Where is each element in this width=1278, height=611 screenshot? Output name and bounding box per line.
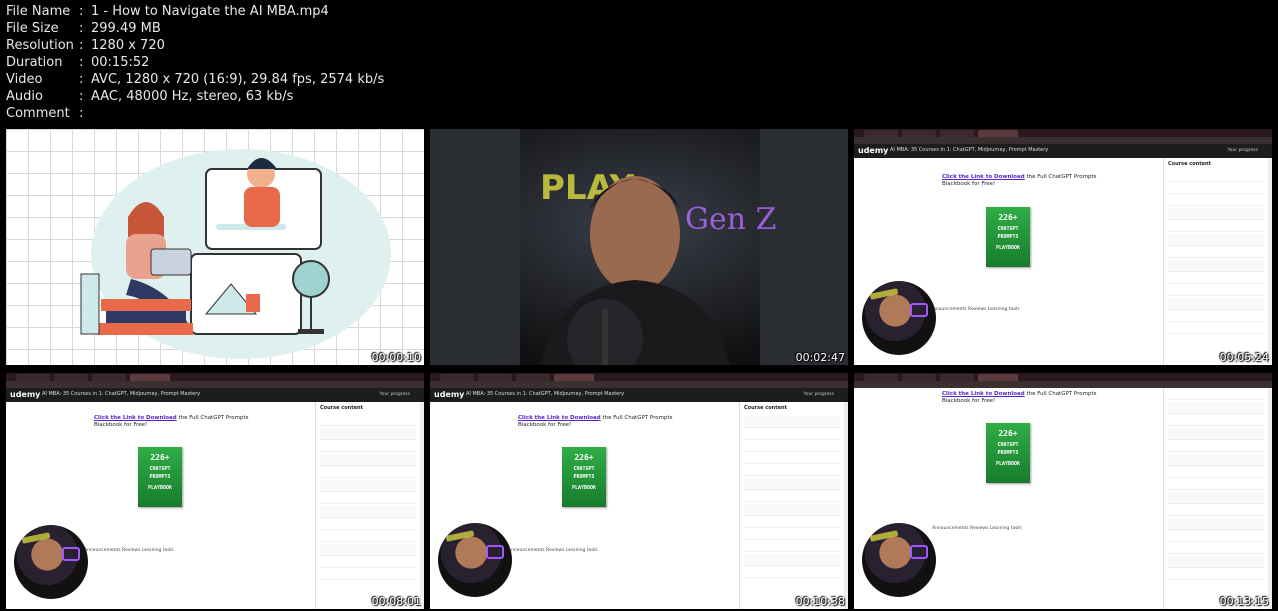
meta-key: Video [6, 72, 43, 87]
thumbnail-presenter[interactable]: PLAY Gen Z 00:02:47 [430, 129, 848, 365]
meta-key: Duration [6, 55, 63, 70]
presenter-icon: PLAY Gen Z [430, 129, 848, 365]
meta-key: File Name [6, 4, 71, 19]
presenter-avatar [862, 523, 936, 597]
address-bar [6, 381, 424, 388]
meta-key: Audio [6, 89, 43, 104]
udemy-logo: udemy [858, 146, 889, 155]
scrollbar[interactable] [1268, 158, 1272, 365]
scrollbar[interactable] [420, 402, 424, 609]
meta-row: Audio: AAC, 48000 Hz, stereo, 63 kb/s [6, 88, 384, 105]
timestamp: 00:13:15 [1219, 595, 1269, 608]
progress-label: Your progress [1227, 148, 1258, 153]
meta-row: Duration:00:15:52 [6, 54, 384, 71]
thumbnail-course-screen[interactable]: Click the Link to Download the Full Chat… [854, 373, 1272, 609]
sidebar-title: Course content [744, 405, 787, 411]
browser-tabs [854, 129, 1272, 137]
course-tabs[interactable]: Announcements Reviews Learning tools [930, 307, 1020, 312]
file-metadata: File Name:1 - How to Navigate the AI MBA… [6, 3, 384, 122]
course-tabs[interactable]: Announcements Reviews Learning tools [508, 548, 598, 553]
playbook-cover: 226+ CHATGPT PROMPTS PLAYBOOK [138, 447, 182, 507]
address-bar [854, 137, 1272, 144]
presenter-avatar [862, 281, 936, 355]
course-sidebar: Course content [1163, 158, 1268, 365]
download-link[interactable]: Click the Link to Download the Full Chat… [942, 391, 1097, 405]
meta-value: AVC, 1280 x 720 (16:9), 29.84 fps, 2574 … [91, 72, 385, 87]
meta-key: File Size [6, 21, 59, 36]
scrollbar[interactable] [844, 402, 848, 609]
meta-separator: : [79, 4, 84, 19]
course-sidebar: Course content [739, 402, 844, 609]
meta-row: File Size:299.49 MB [6, 20, 384, 37]
browser-tabs [430, 373, 848, 381]
meta-value: AAC, 48000 Hz, stereo, 63 kb/s [91, 89, 294, 104]
meta-value: 1 - How to Navigate the AI MBA.mp4 [91, 4, 329, 19]
meta-separator: : [79, 21, 84, 36]
sidebar-title: Course content [1168, 161, 1211, 167]
course-title: AI MBA: 35 Courses in 1: ChatGPT, Midjou… [466, 391, 625, 397]
meta-separator: : [79, 55, 84, 70]
meta-value: 00:15:52 [91, 55, 150, 70]
illustration-icon [80, 149, 391, 359]
udemy-header: udemy AI MBA: 35 Courses in 1: ChatGPT, M… [430, 388, 848, 402]
udemy-logo: udemy [434, 390, 465, 399]
course-sidebar [1163, 388, 1268, 609]
progress-label: Your progress [803, 392, 834, 397]
playbook-cover: 226+ CHATGPT PROMPTS PLAYBOOK [986, 423, 1030, 483]
thumbnail-course-screen[interactable]: udemy AI MBA: 35 Courses in 1: ChatGPT, M… [430, 373, 848, 609]
meta-value: 299.49 MB [91, 21, 161, 36]
browser-tabs [6, 373, 424, 381]
timestamp: 00:00:10 [371, 351, 421, 364]
timestamp: 00:05:24 [1219, 351, 1269, 364]
course-tabs[interactable]: Announcements Reviews Learning tools [932, 526, 1022, 531]
meta-separator: : [79, 89, 84, 104]
thumbnail-course-screen[interactable]: udemy AI MBA: 35 Courses in 1: ChatGPT, M… [854, 129, 1272, 365]
course-title: AI MBA: 35 Courses in 1: ChatGPT, Midjou… [42, 391, 201, 397]
meta-separator: : [79, 72, 84, 87]
meta-row: File Name:1 - How to Navigate the AI MBA… [6, 3, 384, 20]
udemy-logo: udemy [10, 390, 41, 399]
playbook-cover: 226+ CHATGPT PROMPTS PLAYBOOK [562, 447, 606, 507]
thumbnail-course-screen[interactable]: udemy AI MBA: 35 Courses in 1: ChatGPT, M… [6, 373, 424, 609]
svg-text:Gen Z: Gen Z [685, 202, 776, 237]
timestamp: 00:10:38 [795, 595, 845, 608]
playbook-cover: 226+ CHATGPT PROMPTS PLAYBOOK [986, 207, 1030, 267]
download-link[interactable]: Click the Link to Download the Full Chat… [942, 174, 1097, 188]
meta-row: Video: AVC, 1280 x 720 (16:9), 29.84 fps,… [6, 71, 384, 88]
timestamp: 00:08:01 [371, 595, 421, 608]
meta-key: Comment [6, 106, 70, 121]
presenter-avatar [438, 523, 512, 597]
meta-key: Resolution [6, 38, 74, 53]
download-link[interactable]: Click the Link to Download the Full Chat… [94, 415, 249, 429]
udemy-header: udemy AI MBA: 35 Courses in 1: ChatGPT, M… [854, 144, 1272, 158]
meta-value: 1280 x 720 [91, 38, 165, 53]
meta-separator: : [79, 38, 84, 53]
udemy-header: udemy AI MBA: 35 Courses in 1: ChatGPT, M… [6, 388, 424, 402]
course-tabs[interactable]: Announcements Reviews Learning tools [84, 548, 174, 553]
thumbnail-illustration[interactable]: 00:00:10 [6, 129, 424, 365]
course-title: AI MBA: 35 Courses in 1: ChatGPT, Midjou… [890, 147, 1049, 153]
scrollbar[interactable] [1268, 388, 1272, 609]
meta-row: Comment: [6, 105, 384, 122]
meta-separator: : [79, 106, 84, 121]
address-bar [430, 381, 848, 388]
presenter-avatar [14, 525, 88, 599]
timestamp: 00:02:47 [795, 351, 845, 364]
download-link[interactable]: Click the Link to Download the Full Chat… [518, 415, 673, 429]
meta-row: Resolution:1280 x 720 [6, 37, 384, 54]
address-bar [854, 381, 1272, 388]
sidebar-title: Course content [320, 405, 363, 411]
progress-label: Your progress [379, 392, 410, 397]
browser-tabs [854, 373, 1272, 381]
course-sidebar: Course content [315, 402, 420, 609]
